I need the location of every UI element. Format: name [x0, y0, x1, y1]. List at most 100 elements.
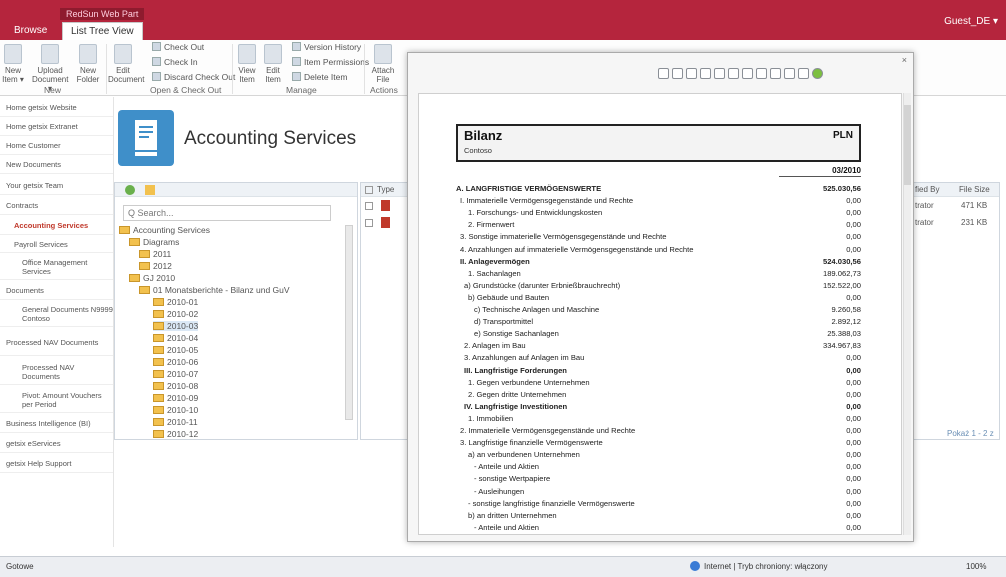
row-checkbox[interactable] [365, 202, 373, 210]
tree-node[interactable]: Accounting Services [119, 225, 210, 235]
tree-node[interactable]: 2010-08 [153, 381, 198, 391]
attachment-icon[interactable] [798, 67, 809, 79]
expand-tree-icon[interactable] [145, 185, 155, 195]
tree-node[interactable]: 2012 [139, 261, 172, 271]
nav-item[interactable]: Processed NAV Documents [0, 330, 113, 356]
balance-row-value: 0,00 [846, 450, 861, 460]
nav-item[interactable]: Home getsix Extranet [0, 118, 113, 136]
folder-icon [153, 418, 164, 426]
new-item-button[interactable]: New Item ▾ [2, 44, 24, 84]
tab-browse[interactable]: Browse [6, 22, 55, 40]
balance-row-label: 3. Langfristige finanzielle Vermögenswer… [460, 438, 603, 448]
tree-search-input[interactable]: Q Search... [123, 205, 331, 221]
status-text: Gotowe [6, 562, 34, 571]
zoom-in-icon[interactable] [756, 67, 767, 79]
nav-item[interactable]: Processed NAV Documents [0, 359, 113, 385]
thumbnails-icon[interactable] [700, 67, 711, 79]
tree-node[interactable]: 2010-01 [153, 297, 198, 307]
balance-row-value: 0,00 [846, 208, 861, 218]
tree-node[interactable]: 01 Monatsberichte - Bilanz und GuV [139, 285, 290, 295]
tree-node[interactable]: GJ 2010 [129, 273, 175, 283]
tree-node[interactable]: 2010-07 [153, 369, 198, 379]
viewer-scrollbar[interactable] [903, 93, 911, 535]
group-label-manage: Manage [286, 85, 317, 95]
edit-document-button[interactable]: Edit Document [108, 44, 144, 84]
item-permissions-button[interactable]: Item Permissions [292, 57, 369, 67]
tree-scrollbar[interactable] [345, 225, 353, 420]
save-icon[interactable] [770, 67, 781, 79]
tree-node[interactable]: 2010-05 [153, 345, 198, 355]
tree-node[interactable]: 2010-02 [153, 309, 198, 319]
check-out-button[interactable]: Check Out [152, 42, 204, 52]
print-icon[interactable] [784, 67, 795, 79]
single-page-icon[interactable] [686, 67, 697, 79]
balance-row: 3. Sonstige immaterielle Vermögensgegens… [456, 232, 861, 243]
nav-item[interactable]: New Documents [0, 156, 113, 174]
view-item-button[interactable]: View Item [236, 44, 258, 84]
pdf-icon[interactable] [381, 200, 390, 211]
check-in-button[interactable]: Check In [152, 57, 198, 67]
delete-item-button[interactable]: Delete Item [292, 72, 347, 82]
edit-item-button[interactable]: Edit Item [262, 44, 284, 84]
tree-node[interactable]: 2011 [139, 249, 171, 259]
version-history-button[interactable]: Version History [292, 42, 361, 52]
tab-list-tree-view[interactable]: List Tree View [62, 22, 143, 40]
folder-icon [129, 238, 140, 246]
nav-item[interactable]: getsix Help Support [0, 455, 113, 473]
pdf-icon[interactable] [381, 217, 390, 228]
balance-row-value: 0,00 [846, 413, 861, 423]
tree-node[interactable]: 2010-11 [153, 417, 198, 427]
fit-width-icon[interactable] [728, 67, 739, 79]
column-file-size[interactable]: File Size [959, 185, 990, 194]
nav-item[interactable]: Your getsix Team [0, 177, 113, 195]
discard-check-out-button[interactable]: Discard Check Out [152, 72, 235, 82]
viewer-scroll-thumb[interactable] [904, 105, 911, 185]
tree-node[interactable]: 2010-12 [153, 429, 198, 439]
fit-page-icon[interactable] [714, 67, 725, 79]
row-checkbox[interactable] [365, 219, 373, 227]
column-type[interactable]: Type [377, 185, 394, 194]
refresh-icon[interactable] [125, 185, 135, 195]
zoom-out-icon[interactable] [742, 67, 753, 79]
column-modified-by[interactable]: fied By [915, 185, 939, 194]
tree-node[interactable]: Diagrams [129, 237, 179, 247]
balance-row-value: 0,00 [846, 510, 861, 520]
nav-item[interactable]: Office Management Services [0, 254, 113, 280]
nav-item[interactable]: Payroll Services [0, 237, 113, 253]
attach-file-button[interactable]: Attach File [368, 44, 398, 84]
nav-item[interactable]: Home Customer [0, 137, 113, 155]
nav-item[interactable]: Documents [0, 282, 113, 300]
balance-row-value: 25.388,03 [827, 329, 861, 339]
next-page-icon[interactable] [672, 67, 683, 79]
balance-row-value: 0,00 [846, 401, 861, 411]
nav-item[interactable]: General Documents N9999 Contoso [0, 301, 113, 327]
tree-node[interactable]: 2010-09 [153, 393, 198, 403]
tree-node[interactable]: 2010-10 [153, 405, 198, 415]
nav-item[interactable]: Home getsix Website [0, 99, 113, 117]
nav-item[interactable]: Contracts [0, 197, 113, 215]
tree-node[interactable]: 2010-06 [153, 357, 198, 367]
prev-page-icon[interactable] [658, 67, 669, 79]
close-viewer-button[interactable]: × [902, 55, 907, 65]
nav-item[interactable]: getsix eServices [0, 435, 113, 453]
security-zone[interactable]: Internet | Tryb chroniony: włączony [704, 562, 827, 571]
tree-node-selected[interactable]: 2010-03 [153, 321, 199, 331]
balance-row-label: I. Immaterielle Vermögensgegenstände und… [460, 196, 634, 206]
new-folder-button[interactable]: New Folder [76, 44, 100, 84]
select-all-checkbox[interactable] [365, 186, 373, 194]
report-header: Bilanz PLN Contoso [456, 124, 861, 162]
nav-item-selected[interactable]: Accounting Services [0, 217, 113, 235]
zoom-level[interactable]: 100% [966, 562, 986, 571]
nav-item[interactable]: Pivot: Amount Vouchers per Period [0, 387, 113, 413]
balance-row-label: 4. Anzahlungen auf immaterielle Vermögen… [460, 244, 694, 254]
tree-node[interactable]: 2010-04 [153, 333, 198, 343]
row-modified-by: trator [915, 201, 934, 210]
folder-icon [153, 298, 164, 306]
nav-item[interactable]: Business Intelligence (BI) [0, 415, 113, 433]
balance-row-value: 0,00 [846, 498, 861, 508]
paging-info[interactable]: Pokaż 1 - 2 z [947, 429, 994, 438]
folder-icon [129, 274, 140, 282]
info-icon[interactable] [812, 67, 823, 79]
balance-row-value: 0,00 [846, 377, 861, 387]
balance-row-label: - sonstige langfristige finanzielle Verm… [468, 498, 635, 508]
